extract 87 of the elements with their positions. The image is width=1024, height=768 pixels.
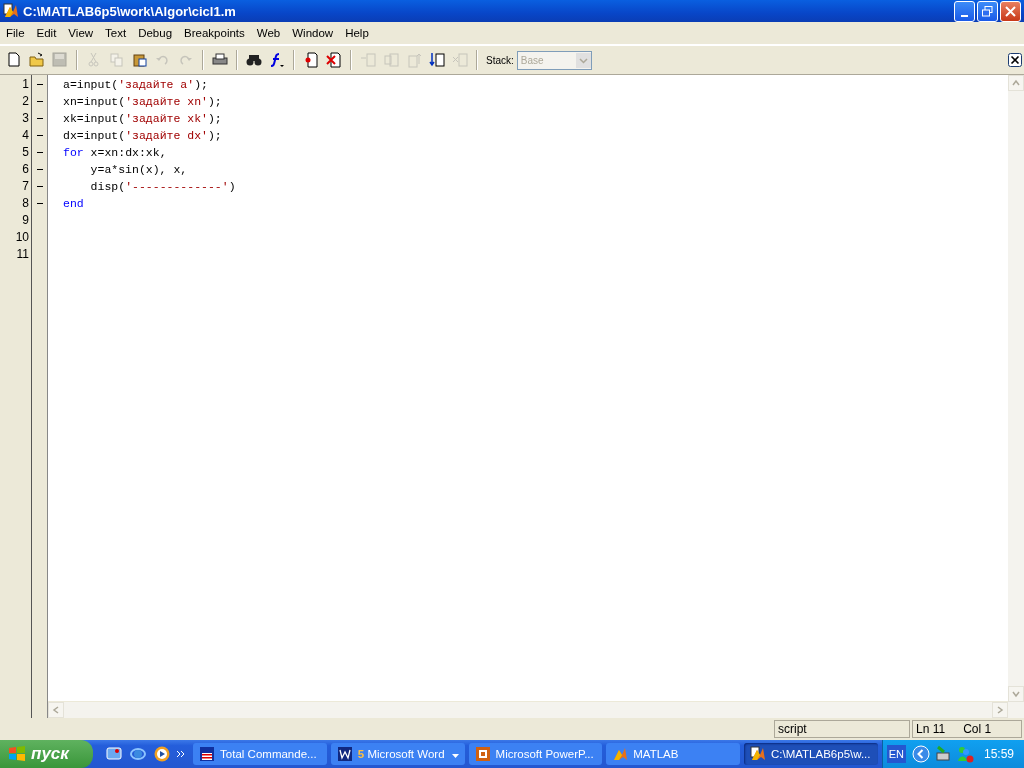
stack-label: Stack: [486, 54, 514, 66]
minimize-button[interactable] [954, 0, 975, 22]
line-number: 5 [21, 144, 30, 161]
word-document-icon [336, 746, 353, 762]
line-number: 11 [15, 246, 30, 263]
cut-icon [86, 52, 102, 68]
close-icon [1005, 5, 1016, 17]
language-indicator[interactable]: EN [886, 745, 906, 763]
function-icon [269, 52, 285, 68]
menu-item[interactable]: Text [99, 27, 133, 39]
taskbar-button[interactable]: Total Commande... [193, 743, 327, 765]
code-line: xn=input('задайте xn'); [63, 94, 223, 110]
step-out-icon [406, 52, 422, 68]
slides-icon [474, 746, 491, 762]
executable-line-marker[interactable] [36, 84, 43, 85]
code-line: for x=xn:dx:xk, [63, 145, 168, 161]
matlab-editor-icon [750, 746, 766, 762]
restore-button[interactable] [977, 0, 998, 22]
clear-breakpoints-button[interactable] [324, 50, 344, 70]
copy-icon [109, 52, 125, 68]
executable-line-marker[interactable] [36, 169, 43, 170]
restore-icon [982, 5, 993, 17]
open-folder-button[interactable] [27, 50, 47, 70]
line-number: 8 [21, 195, 30, 212]
line-number: 2 [21, 93, 30, 110]
menu-item[interactable]: File [0, 27, 31, 39]
clear-breakpoints-icon [326, 52, 342, 68]
code-line: a=input('задайте a'); [63, 77, 209, 93]
executable-line-marker[interactable] [36, 203, 43, 204]
line-status: Ln 11 [916, 722, 946, 736]
breakpoint-icon [303, 52, 319, 68]
line-number: 6 [21, 161, 30, 178]
menu-item[interactable]: Debug [132, 27, 179, 39]
code-line: dx=input('задайте dx'); [63, 128, 223, 144]
continue-button[interactable] [427, 50, 447, 70]
taskbar-button[interactable]: MATLAB [606, 743, 740, 765]
executable-line-marker[interactable] [36, 152, 43, 153]
browser-icon[interactable] [129, 745, 148, 763]
menu-item[interactable]: Edit [30, 27, 63, 39]
line-number: 4 [21, 127, 30, 144]
print-icon [212, 52, 228, 68]
menu-item[interactable]: View [62, 27, 100, 39]
line-number: 9 [21, 212, 30, 229]
taskbar-button[interactable]: 5 Microsoft Word [330, 743, 465, 765]
media-player-icon[interactable] [153, 745, 172, 763]
menu-item[interactable]: Window [286, 27, 340, 39]
close-icon[interactable] [1008, 53, 1022, 67]
code-line: xk=input('задайте xk'); [63, 111, 223, 127]
open-folder-icon [29, 52, 45, 68]
exit-debug-icon [452, 52, 468, 68]
code-line: disp('-------------') [89, 179, 237, 195]
step-in-icon [383, 52, 399, 68]
messenger-icon[interactable] [956, 745, 974, 763]
minimize-icon [961, 14, 968, 17]
executable-line-marker[interactable] [36, 186, 43, 187]
menu-item[interactable]: Breakpoints [178, 27, 251, 39]
line-number: 3 [21, 110, 30, 127]
menu-item[interactable]: Web [250, 27, 287, 39]
show-desktop-icon[interactable] [105, 745, 124, 763]
line-number: 7 [21, 178, 30, 195]
close-button[interactable] [1000, 0, 1021, 22]
save-icon [52, 52, 68, 68]
step-icon [360, 52, 376, 68]
continue-icon [429, 52, 445, 68]
line-number: 10 [14, 229, 30, 246]
executable-line-marker[interactable] [36, 118, 43, 119]
window-title: C:\MATLAB6p5\work\Algor\cicl1.m [23, 3, 237, 19]
taskbar-button[interactable]: C:\MATLAB6p5\w... [744, 743, 878, 765]
file-type-status: script [774, 720, 910, 738]
network-icon[interactable] [934, 745, 952, 763]
windows-logo-icon [8, 745, 26, 763]
paste-icon [132, 52, 148, 68]
binoculars-icon [246, 52, 262, 68]
executable-line-marker[interactable] [36, 135, 43, 136]
code-line: y=a*sin(x), x, [89, 162, 189, 178]
new-file-icon [6, 52, 22, 68]
executable-line-marker[interactable] [36, 101, 43, 102]
matlab-logo-icon [612, 746, 629, 762]
taskbar-button[interactable]: Microsoft PowerP... [468, 743, 603, 765]
menu-item[interactable]: Help [339, 27, 375, 39]
more-icon[interactable] [177, 750, 186, 758]
clock: 15:59 [984, 747, 1014, 761]
dropdown-arrow-icon[interactable] [451, 754, 459, 758]
line-number: 1 [21, 76, 30, 93]
code-line: end [63, 196, 85, 212]
column-status: Col 1 [963, 722, 992, 736]
matlab-editor-icon [3, 3, 19, 19]
